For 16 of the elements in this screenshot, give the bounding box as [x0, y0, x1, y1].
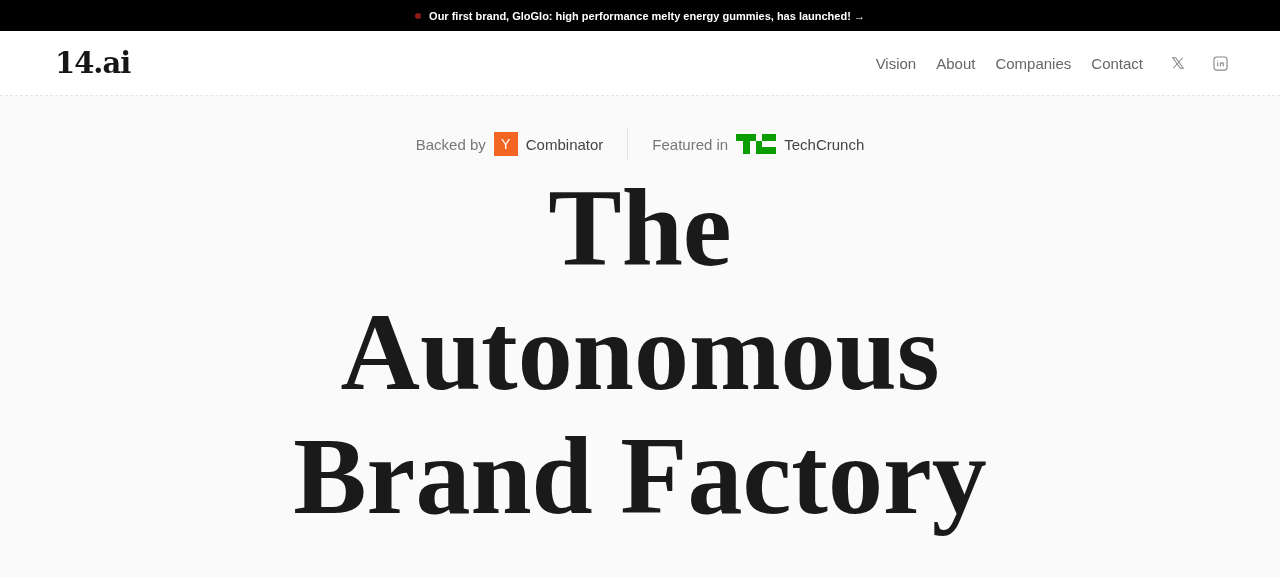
- status-dot: [415, 12, 422, 19]
- nav-link[interactable]: Companies: [995, 54, 1072, 72]
- logo[interactable]: 14.ai: [55, 46, 131, 80]
- backed-by-label: Backed by: [415, 135, 486, 153]
- nav-link[interactable]: Contact: [1091, 54, 1143, 72]
- combinator-name: Combinator: [525, 135, 604, 153]
- headline: The Autonomous Brand Factory: [293, 166, 987, 538]
- linkedin-icon[interactable]: [1213, 55, 1228, 71]
- x-icon[interactable]: [1171, 56, 1185, 70]
- y-combinator-logo: Y: [493, 132, 518, 156]
- techcrunch-logo-icon: [736, 134, 777, 154]
- techcrunch-name: TechCrunch: [784, 135, 865, 153]
- nav-link[interactable]: Vision: [875, 54, 917, 72]
- nav-link[interactable]: About: [936, 54, 976, 72]
- announcement-link[interactable]: Our first brand, GloGlo: high performance melty energy gummies, has launched! →: [429, 9, 865, 22]
- featured-in-label: Featured in: [652, 135, 729, 153]
